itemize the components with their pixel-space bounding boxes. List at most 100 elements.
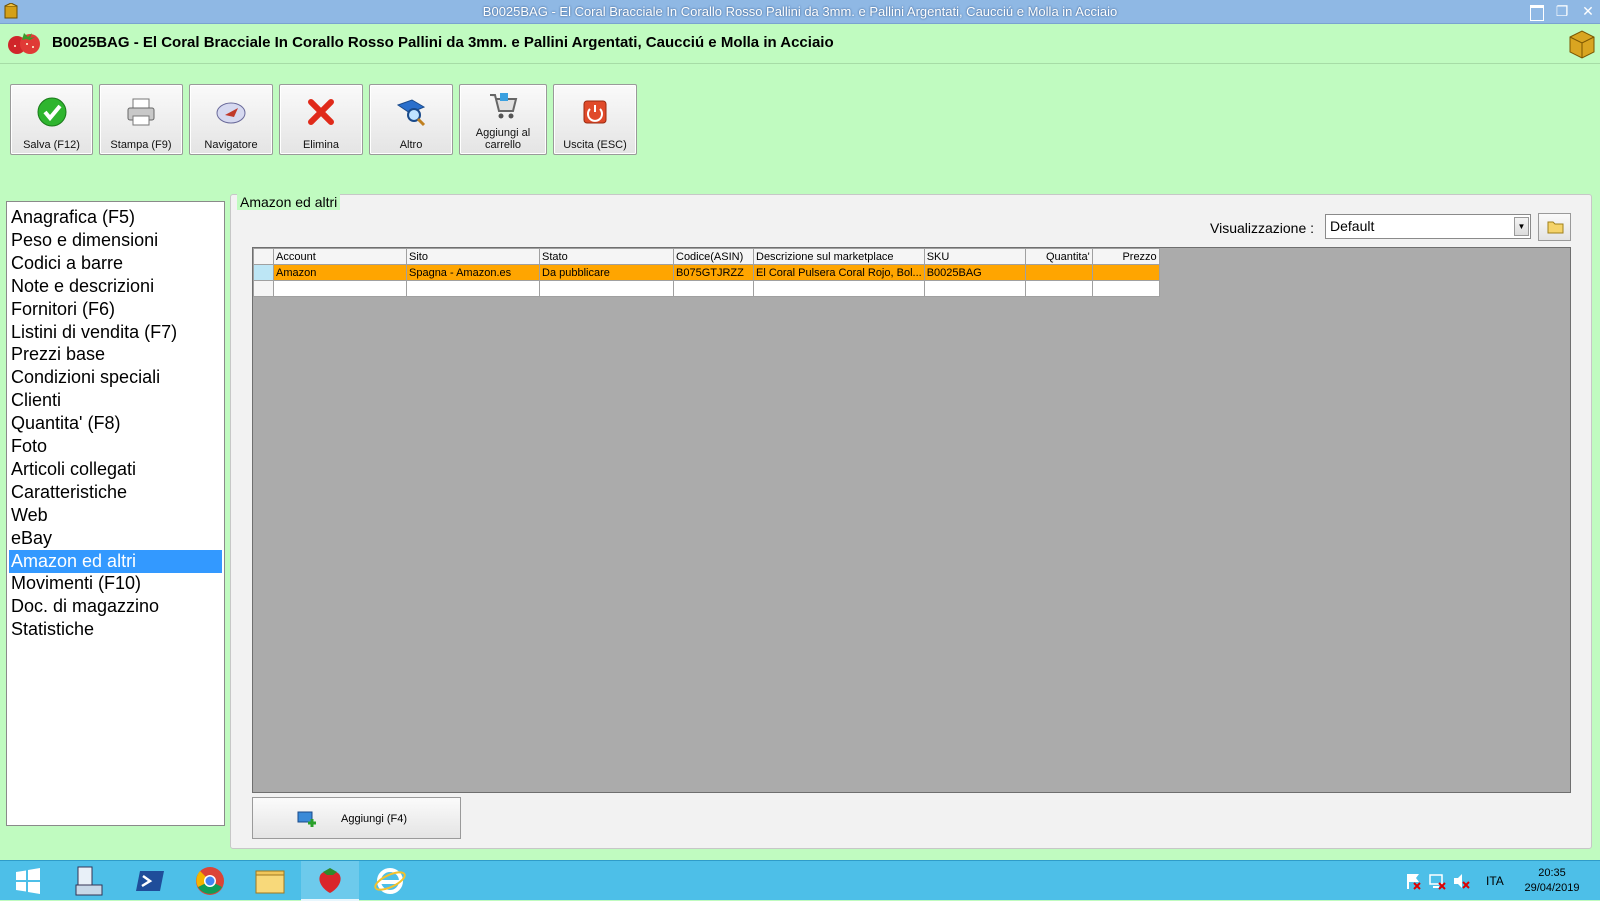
start-button[interactable] bbox=[0, 861, 58, 901]
new-row[interactable] bbox=[253, 280, 1160, 297]
view-select[interactable]: Default ▼ bbox=[1325, 214, 1531, 239]
chevron-down-icon[interactable]: ▼ bbox=[1514, 217, 1529, 236]
clock[interactable]: 20:35 29/04/2019 bbox=[1520, 866, 1584, 896]
nav-item-statistiche[interactable]: Statistiche bbox=[9, 618, 222, 641]
delete-button[interactable]: Elimina bbox=[279, 84, 363, 155]
navigator-button-label: Navigatore bbox=[204, 139, 258, 151]
nav-item-codici-a-barre[interactable]: Codici a barre bbox=[9, 252, 222, 275]
red-x-icon bbox=[308, 99, 334, 125]
cart-icon bbox=[490, 93, 518, 119]
minimize-button[interactable] bbox=[1524, 1, 1548, 21]
column-header-account[interactable]: Account bbox=[273, 248, 407, 265]
empty-cell[interactable] bbox=[1091, 280, 1160, 297]
column-header-asin[interactable]: Codice(ASIN) bbox=[673, 248, 754, 265]
empty-cell[interactable] bbox=[539, 280, 674, 297]
add-button[interactable]: Aggiungi (F4) bbox=[252, 797, 461, 839]
taskbar-powershell[interactable] bbox=[121, 861, 179, 901]
column-header-status[interactable]: Stato bbox=[539, 248, 674, 265]
column-header-description[interactable]: Descrizione sul marketplace bbox=[753, 248, 925, 265]
marketplace-grid[interactable]: Account Sito Stato Codice(ASIN) Descrizi… bbox=[252, 247, 1571, 793]
cell-price[interactable] bbox=[1091, 264, 1160, 281]
computer-icon bbox=[75, 866, 103, 896]
nav-item-movimenti-f10[interactable]: Movimenti (F10) bbox=[9, 572, 222, 595]
taskbar-internet-explorer[interactable] bbox=[361, 861, 419, 901]
cell-sku[interactable]: B0025BAG bbox=[923, 264, 1026, 281]
empty-cell[interactable] bbox=[673, 280, 754, 297]
save-button-label: Salva (F12) bbox=[23, 139, 80, 151]
package-box-icon bbox=[1569, 30, 1595, 59]
nav-item-amazon-ed-altri[interactable]: Amazon ed altri bbox=[9, 549, 222, 573]
volume-muted-icon[interactable] bbox=[1452, 872, 1470, 890]
windows-logo-icon bbox=[16, 868, 40, 894]
window-title-bar[interactable]: B0025BAG - El Coral Bracciale In Corallo… bbox=[0, 0, 1600, 24]
strawberry-logo-icon bbox=[8, 33, 40, 54]
print-button-label: Stampa (F9) bbox=[110, 139, 172, 151]
section-nav-list[interactable]: Anagrafica (F5) Peso e dimensioni Codici a… bbox=[6, 201, 225, 826]
nav-item-quantita-f8[interactable]: Quantita' (F8) bbox=[9, 412, 222, 435]
cell-account[interactable]: Amazon bbox=[273, 264, 407, 281]
cell-site[interactable]: Spagna - Amazon.es bbox=[406, 264, 540, 281]
flag-alert-icon[interactable] bbox=[1404, 872, 1422, 890]
close-button[interactable]: ✕ bbox=[1576, 1, 1600, 21]
nav-item-condizioni-speciali[interactable]: Condizioni speciali bbox=[9, 366, 222, 389]
network-icon[interactable] bbox=[1428, 872, 1446, 890]
nav-item-web[interactable]: Web bbox=[9, 504, 222, 527]
marketplace-table: Account Sito Stato Codice(ASIN) Descrizi… bbox=[253, 248, 1160, 297]
taskbar-explorer[interactable] bbox=[241, 861, 299, 901]
navigator-button[interactable]: Navigatore bbox=[189, 84, 273, 155]
empty-cell[interactable] bbox=[406, 280, 540, 297]
add-to-cart-button[interactable]: Aggiungi al carrello bbox=[459, 84, 547, 155]
page-title: B0025BAG - El Coral Bracciale In Corallo… bbox=[52, 34, 834, 51]
folder-icon bbox=[1547, 221, 1564, 234]
save-button[interactable]: Salva (F12) bbox=[10, 84, 93, 155]
nav-item-anagrafica-f5[interactable]: Anagrafica (F5) bbox=[9, 206, 222, 229]
folder-button[interactable] bbox=[1538, 213, 1571, 241]
taskbar-chrome[interactable] bbox=[181, 861, 239, 901]
exit-button[interactable]: Uscita (ESC) bbox=[553, 84, 637, 155]
column-header-site[interactable]: Sito bbox=[406, 248, 540, 265]
add-to-cart-label: Aggiungi al carrello bbox=[475, 127, 531, 151]
cell-quantity[interactable] bbox=[1024, 264, 1093, 281]
taskbar-computer[interactable] bbox=[60, 861, 118, 901]
nav-item-caratteristiche[interactable]: Caratteristiche bbox=[9, 481, 222, 504]
taskbar-app-strawberry[interactable] bbox=[301, 861, 359, 901]
clock-date: 29/04/2019 bbox=[1524, 882, 1580, 894]
restore-button[interactable]: ❐ bbox=[1550, 1, 1574, 21]
nav-item-listini-di-vendita-f7[interactable]: Listini di vendita (F7) bbox=[9, 321, 222, 344]
empty-cell[interactable] bbox=[753, 280, 925, 297]
nav-item-peso-e-dimensioni[interactable]: Peso e dimensioni bbox=[9, 229, 222, 252]
cell-description[interactable]: El Coral Pulsera Coral Rojo, Bol... bbox=[753, 264, 925, 281]
cell-status[interactable]: Da pubblicare bbox=[539, 264, 674, 281]
other-button[interactable]: Altro bbox=[369, 84, 453, 155]
delete-button-label: Elimina bbox=[302, 139, 340, 151]
table-row[interactable]: Amazon Spagna - Amazon.es Da pubblicare … bbox=[253, 264, 1160, 281]
compass-icon bbox=[216, 102, 246, 124]
view-select-value: Default bbox=[1330, 218, 1375, 234]
column-header-quantity[interactable]: Quantita' bbox=[1024, 248, 1093, 265]
add-button-label: Aggiungi (F4) bbox=[341, 813, 408, 825]
language-indicator[interactable]: ITA bbox=[1486, 874, 1504, 888]
empty-cell[interactable] bbox=[923, 280, 1026, 297]
cell-asin[interactable]: B075GTJRZZ bbox=[673, 264, 754, 281]
internet-explorer-icon bbox=[374, 868, 406, 894]
nav-item-ebay[interactable]: eBay bbox=[9, 527, 222, 550]
taskbar: ITA 20:35 29/04/2019 bbox=[0, 860, 1600, 901]
panel-title: Amazon ed altri bbox=[237, 194, 341, 210]
page-header: B0025BAG - El Coral Bracciale In Corallo… bbox=[0, 24, 1600, 64]
strawberry-icon bbox=[319, 868, 341, 893]
nav-item-fornitori-f6[interactable]: Fornitori (F6) bbox=[9, 298, 222, 321]
column-header-price[interactable]: Prezzo bbox=[1091, 248, 1160, 265]
column-header-sku[interactable]: SKU bbox=[923, 248, 1026, 265]
nav-item-prezzi-base[interactable]: Prezzi base bbox=[9, 343, 222, 366]
nav-item-doc-di-magazzino[interactable]: Doc. di magazzino bbox=[9, 595, 222, 618]
empty-cell[interactable] bbox=[273, 280, 407, 297]
empty-cell[interactable] bbox=[1024, 280, 1093, 297]
row-selector[interactable] bbox=[253, 264, 274, 281]
nav-item-foto[interactable]: Foto bbox=[9, 435, 222, 458]
window-title: B0025BAG - El Coral Bracciale In Corallo… bbox=[482, 4, 1118, 19]
nav-item-articoli-collegati[interactable]: Articoli collegati bbox=[9, 458, 222, 481]
nav-item-clienti[interactable]: Clienti bbox=[9, 389, 222, 412]
nav-item-note-e-descrizioni[interactable]: Note e descrizioni bbox=[9, 275, 222, 298]
print-button[interactable]: Stampa (F9) bbox=[99, 84, 183, 155]
row-selector[interactable] bbox=[253, 280, 274, 297]
